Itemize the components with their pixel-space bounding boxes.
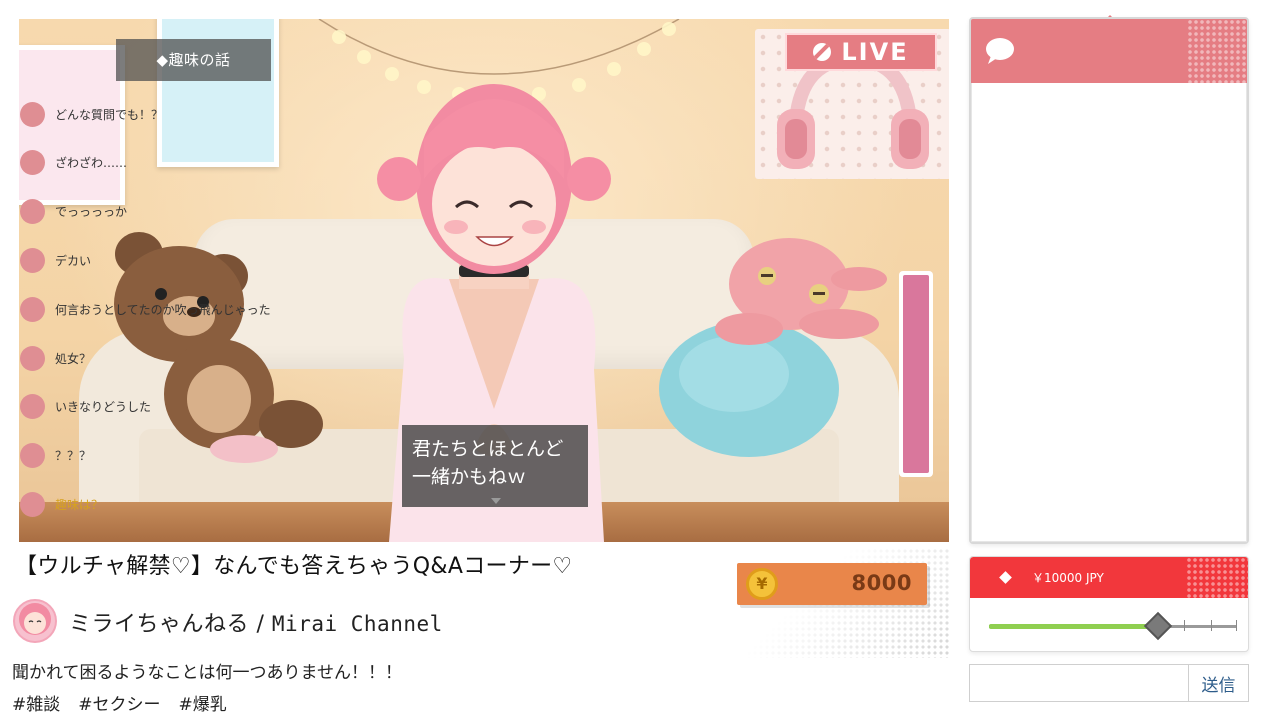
chat-message: 何言おうとしてたのか吹っ飛んじゃった (20, 295, 271, 323)
diamond-icon (999, 571, 1012, 584)
coin-value: 8000 (851, 571, 912, 595)
superchat-panel: ￥10000 JPY (969, 556, 1249, 652)
live-label: LIVE (841, 38, 909, 66)
chat-message: 趣味は？ (20, 490, 103, 518)
game-screen: ◆趣味の話 LIVE 君たちとほとんど 一緒かもねｗ どんな質問でも！？ ざわざわ… (0, 0, 1280, 718)
octopus-plush (715, 238, 887, 345)
hashtag[interactable]: #セクシー (78, 695, 160, 715)
message-input-row: 送信 (969, 664, 1249, 702)
chat-messages-frame (971, 83, 1247, 542)
channel-name-en: Mirai Channel (271, 612, 443, 636)
side-meter (899, 271, 933, 477)
teddy-bear (114, 232, 323, 463)
chat-message: でっっっっか (20, 198, 127, 226)
chat-message: いきなりどうした (20, 393, 151, 421)
chat-avatar (20, 491, 45, 517)
stream-title: 【ウルチャ解禁♡】なんでも答えちゃうQ&Aコーナー♡ (15, 554, 573, 579)
chat-header-pattern (1187, 19, 1247, 83)
chat-avatar (20, 296, 45, 322)
chat-avatar (20, 150, 45, 176)
stream-description: 聞かれて困るようなことは何一つありません！！！ (12, 663, 402, 683)
channel-avatar[interactable] (13, 599, 57, 643)
chat-message: どんな質問でも！？ (20, 100, 163, 128)
channel-name-jp: ミライちゃんねる / (69, 612, 272, 637)
stream-viewport: ◆趣味の話 LIVE 君たちとほとんど 一緒かもねｗ (19, 19, 949, 542)
chat-message: デカい (20, 246, 91, 274)
amount-slider-thumb[interactable] (1143, 611, 1172, 641)
chat-avatar (20, 345, 45, 371)
yen-coin-icon: ¥ (746, 568, 778, 600)
channel-name[interactable]: ミライちゃんねる / Mirai Channel (69, 606, 443, 638)
chat-avatar (20, 101, 45, 127)
topic-tag: ◆趣味の話 (116, 39, 271, 81)
chat-message-text: 処女？ (55, 351, 92, 366)
chat-message: ざわざわ…… (20, 149, 127, 177)
no-entry-icon (813, 43, 832, 61)
chat-message-text: ？？？ (55, 449, 92, 464)
slider-tick (1236, 620, 1237, 631)
chat-message-text: 趣味は？ (55, 497, 104, 512)
avatar-face (19, 603, 51, 635)
side-meter-fill (903, 275, 929, 473)
tag-list: #雑談 #セクシー #爆乳 (12, 690, 245, 715)
chat-message: 処女？ (20, 344, 91, 372)
chat-avatar (20, 394, 45, 420)
subtitle-box: 君たちとほとんど 一緒かもねｗ (402, 425, 588, 507)
chat-message-text: デカい (55, 253, 92, 268)
superchat-amount: ￥10000 JPY (1032, 571, 1104, 585)
message-input[interactable] (970, 665, 1188, 701)
chat-header (971, 19, 1247, 83)
subtitle-next-arrow-icon (491, 498, 501, 504)
chat-message-text: 何言おうとしてたのか吹っ飛んじゃった (55, 302, 271, 317)
chat-avatar (20, 443, 45, 469)
hashtag[interactable]: #爆乳 (179, 695, 227, 715)
superchat-header-pattern (1186, 557, 1248, 598)
chat-message-text: いきなりどうした (55, 400, 152, 415)
slider-tick (1211, 620, 1212, 631)
chat-message: ？？？ (20, 442, 91, 470)
send-button[interactable]: 送信 (1188, 665, 1248, 701)
live-badge: LIVE (785, 33, 937, 71)
chat-message-text: でっっっっか (55, 205, 128, 220)
subtitle-line-1: 君たちとほとんど (412, 438, 564, 460)
subtitle-line-2: 一緒かもねｗ (412, 466, 527, 488)
chat-panel (969, 17, 1249, 544)
hashtag[interactable]: #雑談 (12, 695, 60, 715)
superchat-header: ￥10000 JPY (970, 557, 1248, 598)
amount-slider-fill (989, 624, 1158, 629)
chat-avatar (20, 247, 45, 273)
chat-message-text: ざわざわ…… (55, 156, 128, 171)
slider-tick (1184, 620, 1185, 631)
coin-balance: ¥ 8000 (737, 563, 927, 605)
chat-message-text: どんな質問でも！？ (55, 107, 164, 122)
chat-bubble-icon (986, 38, 1014, 64)
chat-avatar (20, 199, 45, 225)
